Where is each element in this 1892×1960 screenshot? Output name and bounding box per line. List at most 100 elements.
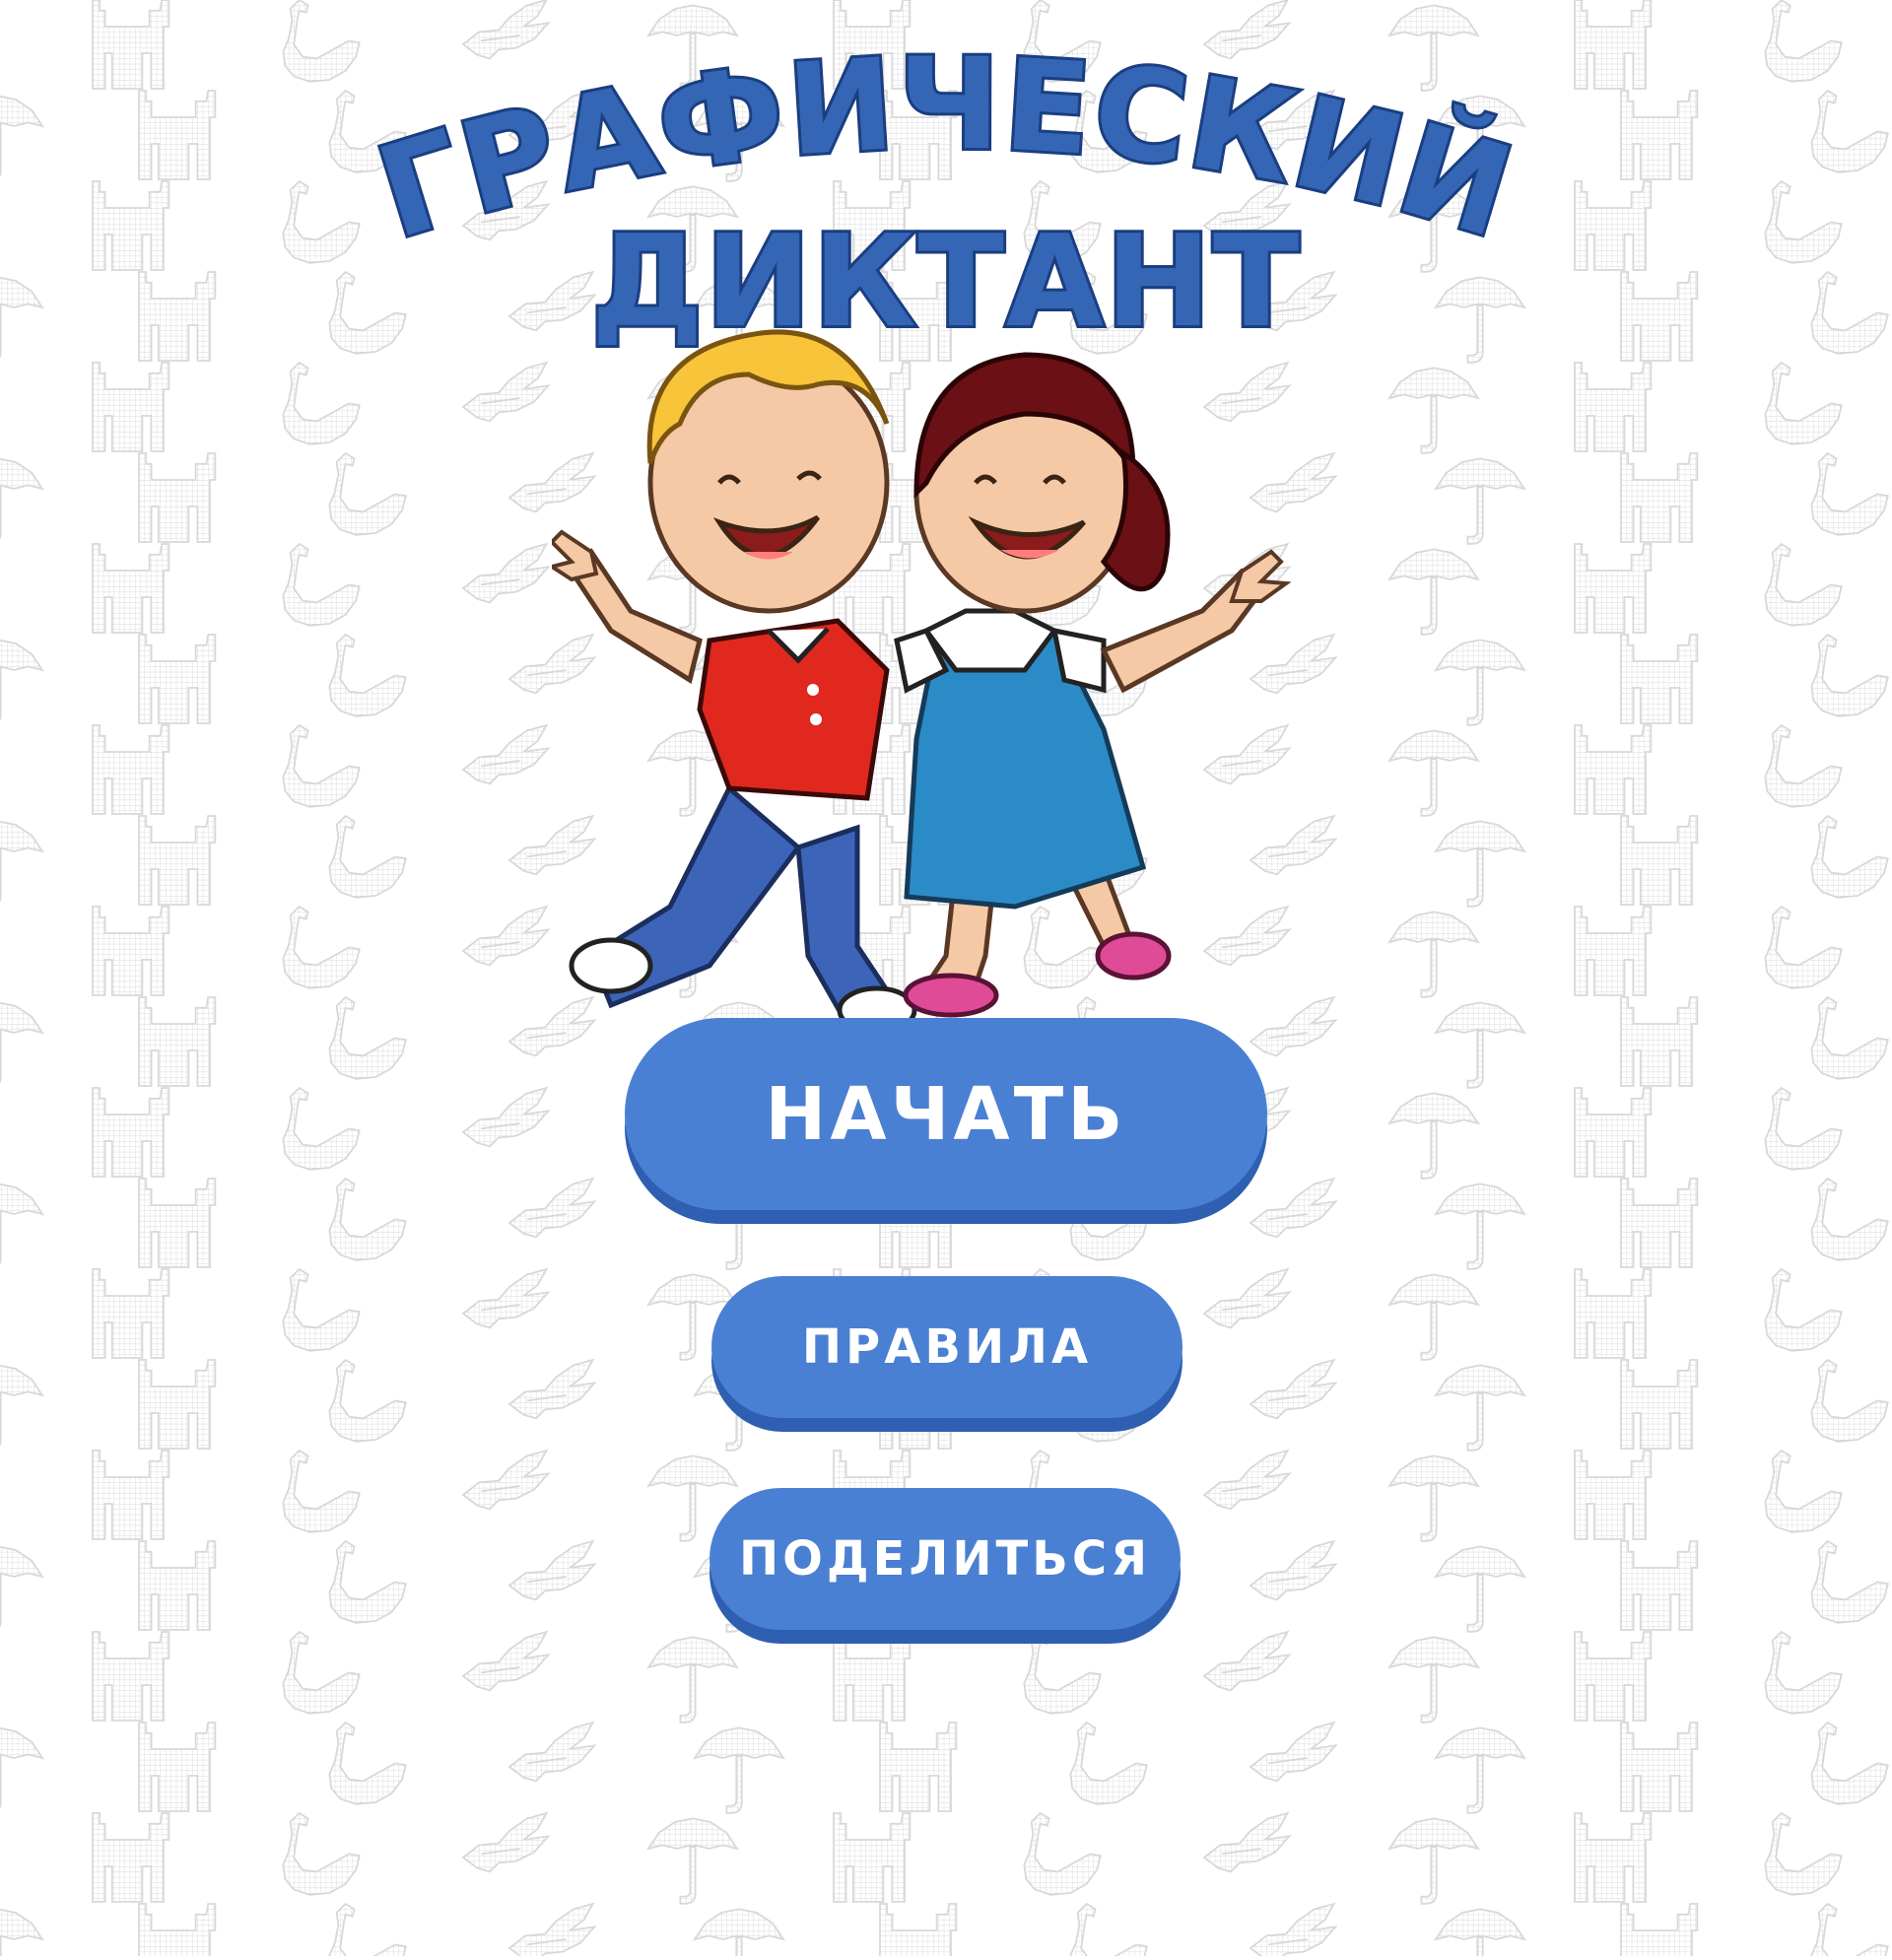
umbrella-pattern-icon (1388, 729, 1479, 817)
bird-pattern-icon (1203, 1812, 1291, 1873)
start-button[interactable]: НАЧАТЬ (625, 1018, 1267, 1210)
swan-pattern-icon (328, 634, 407, 717)
cat-pattern-icon (92, 906, 170, 996)
cat-pattern-icon (833, 1812, 912, 1903)
swan-pattern-icon (282, 1087, 361, 1171)
umbrella-pattern-icon (1435, 1545, 1525, 1633)
start-button-label: НАЧАТЬ (765, 1071, 1127, 1157)
umbrella-pattern-icon (1435, 1726, 1525, 1814)
cat-pattern-icon (1574, 543, 1653, 634)
bird-pattern-icon (1250, 1178, 1337, 1239)
cat-pattern-icon (1574, 1812, 1653, 1903)
cat-pattern-icon (92, 1812, 170, 1903)
swan-pattern-icon (282, 1268, 361, 1352)
bird-pattern-icon (462, 1087, 550, 1148)
cat-pattern-icon (138, 1903, 217, 1960)
umbrella-pattern-icon (1388, 911, 1479, 998)
swan-pattern-icon (1069, 1903, 1148, 1960)
umbrella-pattern-icon (1388, 1817, 1479, 1905)
swan-pattern-icon (1810, 996, 1889, 1080)
bird-pattern-icon (462, 724, 550, 785)
cat-pattern-icon (1574, 1268, 1653, 1359)
cat-pattern-icon (1620, 996, 1699, 1087)
cat-pattern-icon (92, 362, 170, 452)
cat-pattern-icon (1620, 815, 1699, 906)
swan-pattern-icon (1764, 1812, 1843, 1896)
swan-pattern-icon (1764, 1087, 1843, 1171)
swan-pattern-icon (1764, 543, 1843, 627)
swan-pattern-icon (328, 1359, 407, 1443)
bird-pattern-icon (462, 1631, 550, 1692)
umbrella-pattern-icon (1388, 1092, 1479, 1180)
swan-pattern-icon (1764, 362, 1843, 445)
cat-pattern-icon (1620, 1359, 1699, 1450)
bird-pattern-icon (462, 1450, 550, 1511)
bird-pattern-icon (1250, 1540, 1337, 1601)
swan-pattern-icon (328, 1722, 407, 1805)
bird-pattern-icon (462, 543, 550, 604)
cat-pattern-icon (1574, 362, 1653, 452)
swan-pattern-icon (282, 543, 361, 627)
swan-pattern-icon (1810, 452, 1889, 536)
cat-pattern-icon (92, 1631, 170, 1722)
swan-pattern-icon (328, 1903, 407, 1960)
cat-pattern-icon (138, 634, 217, 724)
umbrella-pattern-icon (1388, 548, 1479, 636)
umbrella-pattern-icon (1435, 1908, 1525, 1960)
cat-pattern-icon (138, 996, 217, 1087)
swan-pattern-icon (282, 724, 361, 808)
umbrella-pattern-icon (0, 1908, 43, 1960)
umbrella-pattern-icon (1435, 639, 1525, 726)
bird-pattern-icon (462, 1812, 550, 1873)
umbrella-pattern-icon (0, 1183, 43, 1270)
swan-pattern-icon (1764, 906, 1843, 989)
cat-pattern-icon (1620, 1178, 1699, 1268)
swan-pattern-icon (1810, 1178, 1889, 1261)
bird-pattern-icon (508, 1722, 596, 1783)
umbrella-pattern-icon (1435, 1183, 1525, 1270)
swan-pattern-icon (1069, 1722, 1148, 1805)
cat-pattern-icon (1574, 906, 1653, 996)
bird-pattern-icon (508, 1359, 596, 1420)
cat-pattern-icon (833, 1631, 912, 1722)
cat-pattern-icon (1620, 1540, 1699, 1631)
umbrella-pattern-icon (0, 457, 43, 545)
umbrella-pattern-icon (694, 1908, 784, 1960)
rules-button-label: ПРАВИЛА (801, 1319, 1093, 1375)
cat-pattern-icon (92, 543, 170, 634)
bird-pattern-icon (1250, 1903, 1337, 1960)
umbrella-pattern-icon (1388, 1273, 1479, 1361)
cat-pattern-icon (138, 1540, 217, 1631)
swan-pattern-icon (282, 906, 361, 989)
umbrella-pattern-icon (647, 1636, 738, 1723)
cat-pattern-icon (92, 724, 170, 815)
umbrella-pattern-icon (694, 1726, 784, 1814)
cat-pattern-icon (1620, 634, 1699, 724)
cat-pattern-icon (138, 815, 217, 906)
swan-pattern-icon (328, 1540, 407, 1624)
kids-illustration (552, 315, 1340, 1025)
swan-pattern-icon (1764, 1450, 1843, 1533)
cat-pattern-icon (879, 1722, 958, 1812)
bird-pattern-icon (1250, 1359, 1337, 1420)
swan-pattern-icon (1023, 1812, 1102, 1896)
share-button[interactable]: ПОДЕЛИТЬСЯ (710, 1488, 1181, 1630)
swan-pattern-icon (282, 1450, 361, 1533)
girl-figure (894, 352, 1292, 1018)
umbrella-pattern-icon (1388, 367, 1479, 454)
umbrella-pattern-icon (1435, 457, 1525, 545)
rules-button[interactable]: ПРАВИЛА (711, 1276, 1182, 1418)
swan-pattern-icon (1764, 1268, 1843, 1352)
cat-pattern-icon (138, 1722, 217, 1812)
umbrella-pattern-icon (1435, 1001, 1525, 1089)
cat-pattern-icon (1574, 1450, 1653, 1540)
bird-pattern-icon (1250, 1722, 1337, 1783)
app-title: ГРАФИЧЕСКИЙ ДИКТАНТ (0, 0, 1892, 355)
swan-pattern-icon (1023, 1631, 1102, 1715)
bird-pattern-icon (508, 1540, 596, 1601)
swan-pattern-icon (1810, 634, 1889, 717)
cat-pattern-icon (92, 1268, 170, 1359)
bird-pattern-icon (508, 1178, 596, 1239)
cat-pattern-icon (1574, 1087, 1653, 1178)
umbrella-pattern-icon (647, 1817, 738, 1905)
